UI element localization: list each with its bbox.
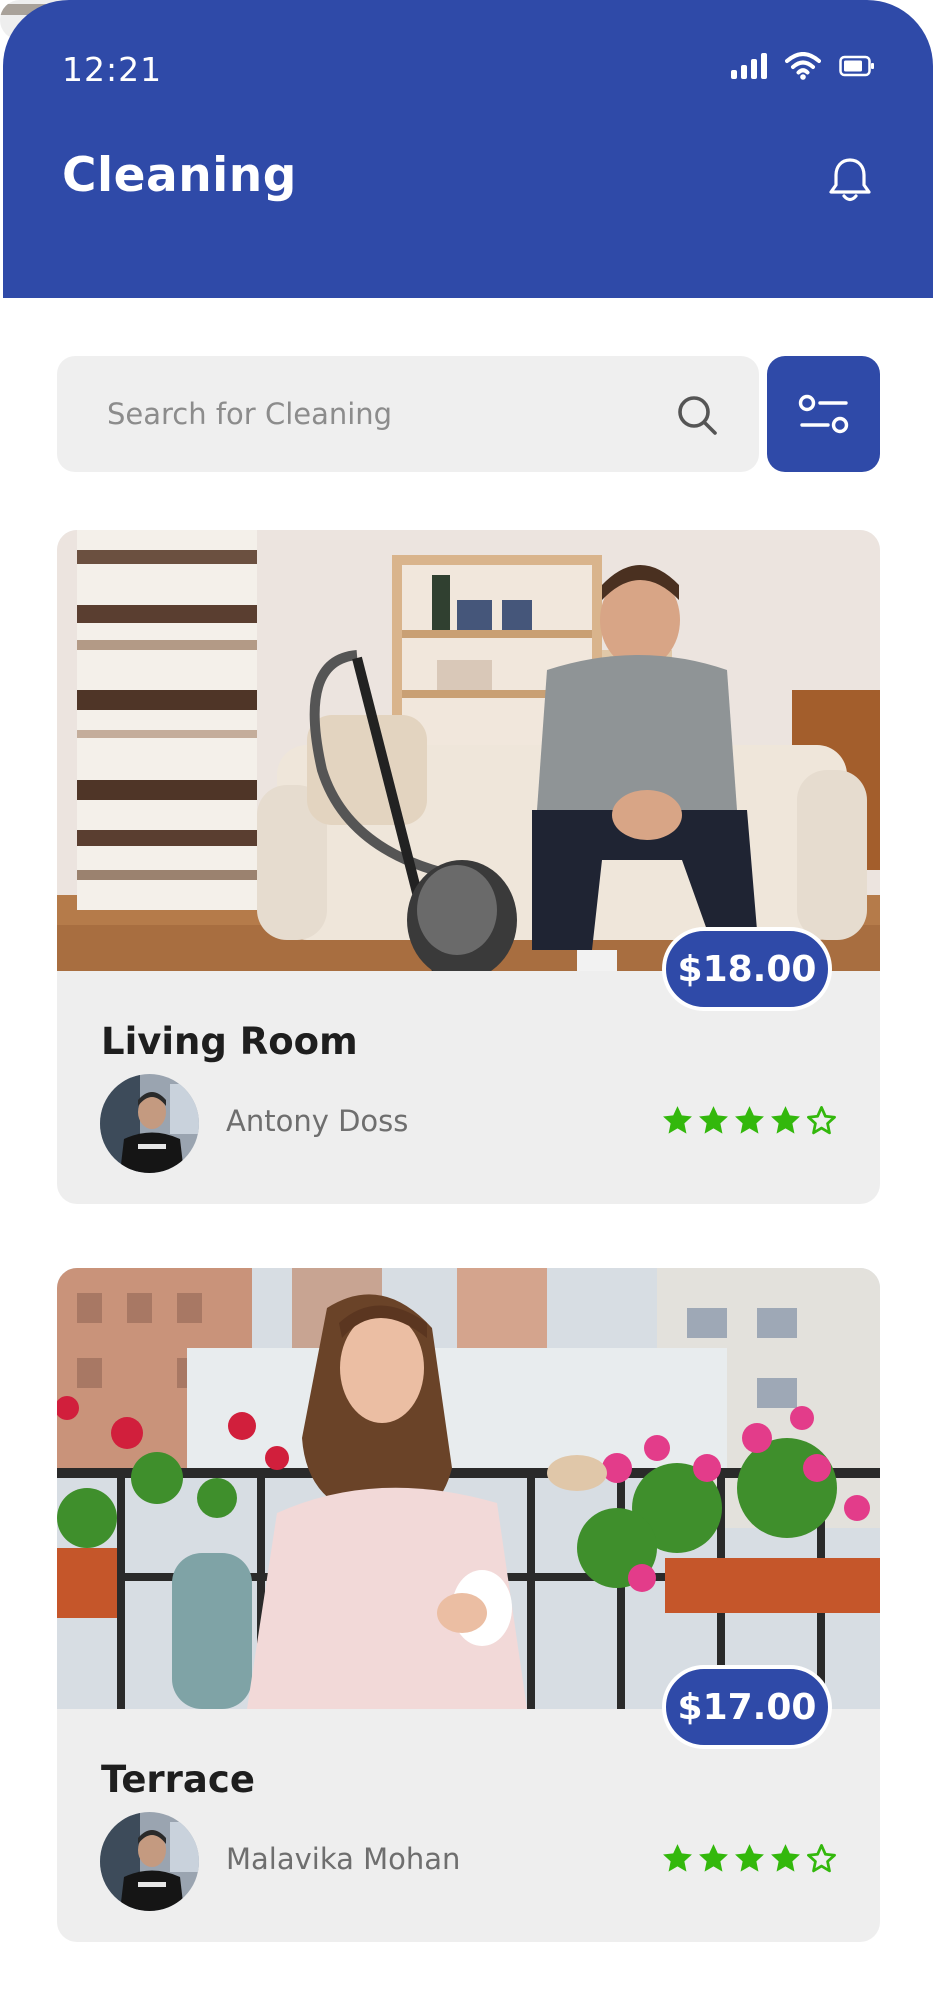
search-bar[interactable] xyxy=(57,356,759,472)
avatar xyxy=(100,1074,199,1173)
filter-button[interactable] xyxy=(767,356,880,472)
filter-icon xyxy=(798,394,848,434)
card-title: Living Room xyxy=(101,1020,358,1063)
star-filled-icon xyxy=(771,1844,800,1872)
star-filled-icon xyxy=(663,1106,692,1134)
card-title: Terrace xyxy=(101,1758,255,1801)
star-filled-icon xyxy=(663,1844,692,1872)
price-badge: $18.00 xyxy=(662,927,832,1011)
star-filled-icon xyxy=(735,1106,764,1134)
battery-icon xyxy=(839,55,874,77)
service-card[interactable]: $18.00 Living Room Antony Doss xyxy=(57,530,880,1204)
service-card[interactable]: $17.00 Terrace Malavika Mohan xyxy=(57,1268,880,1942)
card-image-living-room xyxy=(57,530,880,971)
status-icons xyxy=(731,52,875,80)
app-header: 12:21 Cleaning xyxy=(3,0,933,298)
signal-icon xyxy=(731,53,767,79)
wifi-icon xyxy=(785,52,821,80)
star-rating xyxy=(661,1842,838,1875)
star-filled-icon xyxy=(699,1106,728,1134)
provider-name: Malavika Mohan xyxy=(226,1842,461,1876)
search-icon[interactable] xyxy=(675,393,719,437)
star-outline-icon xyxy=(807,1844,836,1873)
price-badge: $17.00 xyxy=(662,1665,832,1749)
status-time: 12:21 xyxy=(62,50,163,89)
star-filled-icon xyxy=(699,1844,728,1872)
star-rating xyxy=(661,1104,838,1137)
bell-icon[interactable] xyxy=(827,156,873,204)
star-filled-icon xyxy=(735,1844,764,1872)
provider-name: Antony Doss xyxy=(226,1104,409,1138)
card-image-terrace xyxy=(57,1268,880,1709)
star-outline-icon xyxy=(807,1106,836,1135)
page-title: Cleaning xyxy=(62,148,297,203)
star-filled-icon xyxy=(771,1106,800,1134)
avatar xyxy=(100,1812,199,1911)
search-input[interactable] xyxy=(107,356,667,472)
